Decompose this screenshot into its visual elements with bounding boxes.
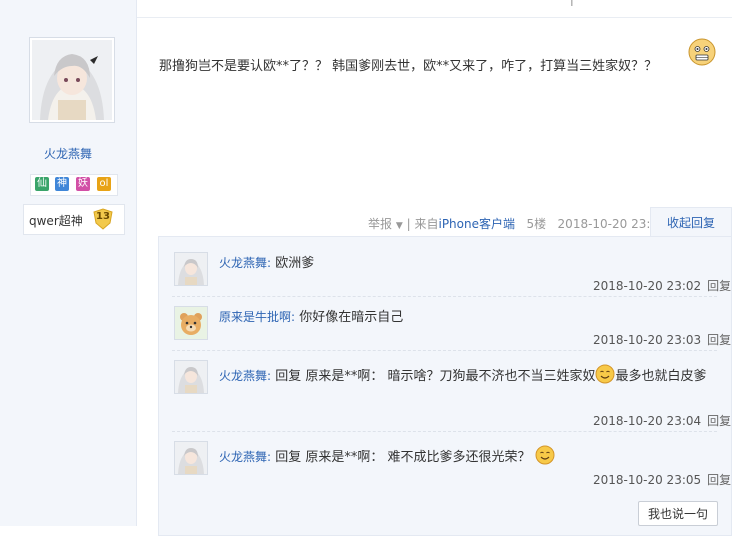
reply-text: 回复 原来是**啊： 暗示啥？刀狗最不济也不当三姓家奴: [275, 369, 596, 384]
reply-item: 原来是牛批啊: 你好像在暗示自己: [219, 306, 719, 329]
add-comment-button[interactable]: 我也说一句: [638, 501, 718, 526]
reply-text: 你好像在暗示自己: [299, 310, 404, 325]
reply-avatar[interactable]: [174, 252, 208, 286]
report-link[interactable]: 举报: [368, 217, 392, 231]
reply-avatar[interactable]: [174, 441, 208, 475]
reply-avatar[interactable]: [174, 306, 208, 340]
reply-link[interactable]: 回复: [707, 414, 731, 428]
badge-xian[interactable]: 仙: [35, 177, 49, 191]
reply-meta: 2018-10-20 23:03 回复: [593, 331, 731, 348]
author-rank[interactable]: qwer超神 13: [23, 204, 125, 235]
reply-user[interactable]: 原来是牛批啊: [219, 310, 291, 324]
reply-time: 2018-10-20 23:02: [593, 279, 702, 293]
top-fragment-b: |: [570, 0, 574, 6]
reply-meta: 2018-10-20 23:05 回复: [593, 471, 731, 488]
reply-item: 火龙燕舞: 欧洲爹: [219, 252, 719, 275]
caret-down-icon[interactable]: ▼: [396, 221, 403, 231]
badge-ol[interactable]: ol: [97, 177, 111, 191]
author-name[interactable]: 火龙燕舞: [0, 145, 136, 162]
reply-time: 2018-10-20 23:05: [593, 473, 702, 487]
reply-divider: [172, 431, 717, 432]
reply-item: 火龙燕舞: 回复 原来是**啊： 暗示啥？刀狗最不济也不当三姓家奴 最多也就白皮…: [219, 364, 719, 388]
source-link[interactable]: iPhone客户端: [438, 217, 515, 231]
bear-avatar-icon: [175, 307, 207, 339]
reply-time: 2018-10-20 23:03: [593, 333, 702, 347]
reply-colon: :: [267, 256, 272, 270]
reply-link[interactable]: 回复: [707, 279, 731, 293]
badge-yao[interactable]: 妖: [76, 177, 90, 191]
floor-number: 5楼: [526, 217, 547, 231]
grin-face-icon: [595, 364, 615, 384]
post-meta: 举报 ▼ | 来自iPhone客户端 5楼 2018-10-20 23:02: [368, 215, 666, 232]
reply-divider: [172, 350, 717, 351]
anime-girl-avatar-icon: [175, 442, 207, 474]
reply-avatar[interactable]: [174, 360, 208, 394]
reply-divider: [172, 296, 717, 297]
collapse-replies-button[interactable]: 收起回复: [650, 207, 732, 237]
reply-text-continued: 最多也就白皮爹: [615, 369, 707, 384]
reply-link[interactable]: 回复: [707, 333, 731, 347]
post-content: 那撸狗岂不是要认欧**了？？ 韩国爹刚去世，欧**又来了，咋了，打算当三姓家奴？…: [159, 59, 658, 74]
shocked-face-icon: [688, 38, 716, 66]
anime-girl-avatar-icon: [175, 253, 207, 285]
anime-girl-avatar-icon: [32, 40, 112, 120]
reply-meta: 2018-10-20 23:04 回复: [593, 412, 731, 429]
top-cropped-toolbar: |: [530, 0, 732, 6]
source-prefix: 来自: [414, 217, 439, 231]
reply-text: 欧洲爹: [275, 256, 315, 271]
rank-name: qwer超神: [29, 214, 83, 228]
reply-user[interactable]: 火龙燕舞: [219, 256, 267, 270]
reply-colon: :: [267, 450, 272, 464]
reply-colon: :: [267, 369, 272, 383]
rank-level: 13: [96, 211, 110, 222]
grin-face-icon: [535, 445, 555, 465]
top-divider: [137, 17, 732, 18]
reply-user[interactable]: 火龙燕舞: [219, 450, 267, 464]
reply-time: 2018-10-20 23:04: [593, 414, 702, 428]
reply-item: 火龙燕舞: 回复 原来是**啊： 难不成比爹多还很光荣？: [219, 445, 719, 469]
anime-girl-avatar-icon: [175, 361, 207, 393]
reply-colon: :: [291, 310, 296, 324]
reply-link[interactable]: 回复: [707, 473, 731, 487]
reply-text: 回复 原来是**啊： 难不成比爹多还很光荣？: [275, 450, 531, 465]
author-avatar[interactable]: [29, 37, 115, 123]
badge-shen[interactable]: 神: [55, 177, 69, 191]
meta-separator: |: [406, 217, 411, 231]
reply-meta: 2018-10-20 23:02 回复: [593, 277, 731, 294]
reply-user[interactable]: 火龙燕舞: [219, 369, 267, 383]
author-badges: 仙 神 妖 ol: [30, 174, 118, 196]
